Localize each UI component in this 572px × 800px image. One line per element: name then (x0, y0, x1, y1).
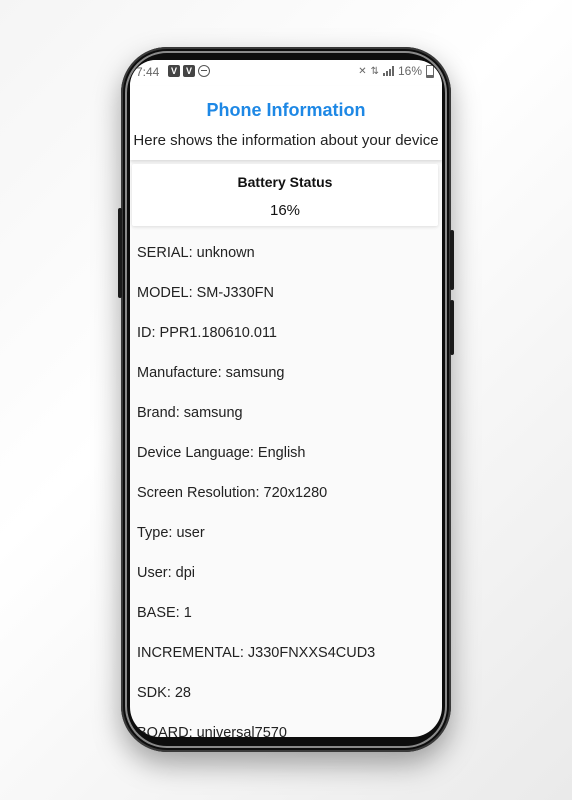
status-system-icons: ✕ ⇅ 16% (358, 64, 434, 78)
info-id: ID: PPR1.180610.011 (137, 325, 277, 341)
data-icon: ⇅ (370, 65, 379, 77)
info-base: BASE: 1 (137, 605, 192, 621)
info-type: Type: user (137, 525, 205, 541)
page-title: Phone Information (206, 100, 366, 120)
device-info-list[interactable]: SERIAL: unknown MODEL: SM-J330FN ID: PPR… (137, 244, 437, 737)
info-brand: Brand: samsung (137, 405, 243, 421)
side-button-right-lower (450, 300, 454, 355)
notification-v-icon: V (168, 65, 180, 77)
mute-icon: ✕ (358, 65, 367, 77)
battery-percent-text: 16% (397, 64, 422, 78)
status-time: 7:44 (136, 65, 160, 79)
phone-screen: 7:44 V V ✕ ⇅ 16% Phone Information Here … (130, 60, 442, 737)
info-serial: SERIAL: unknown (137, 245, 255, 261)
side-button-right-upper (450, 230, 454, 290)
status-notification-icons: V V (168, 65, 210, 77)
info-incremental: INCREMENTAL: J330FNXXS4CUD3 (137, 645, 376, 661)
info-screen-resolution: Screen Resolution: 720x1280 (137, 485, 328, 501)
info-user: User: dpi (137, 565, 196, 581)
notification-v-icon: V (183, 65, 195, 77)
side-button-left (118, 208, 122, 298)
dnd-icon (198, 65, 210, 77)
page-subtitle: Here shows the information about your de… (133, 132, 439, 149)
battery-icon (426, 64, 434, 78)
signal-icon (382, 66, 394, 76)
info-sdk: SDK: 28 (137, 685, 191, 701)
app-header: Phone Information Here shows the informa… (130, 86, 442, 160)
battery-status-title: Battery Status (237, 174, 333, 190)
battery-status-card: Battery Status 16% (132, 164, 438, 226)
info-device-language: Device Language: English (137, 445, 306, 461)
info-board: BOARD: universal7570 (137, 725, 287, 737)
status-bar: 7:44 V V ✕ ⇅ 16% (130, 60, 442, 86)
battery-status-value: 16% (269, 202, 301, 219)
info-model: MODEL: SM-J330FN (137, 285, 274, 301)
info-manufacture: Manufacture: samsung (137, 365, 285, 381)
